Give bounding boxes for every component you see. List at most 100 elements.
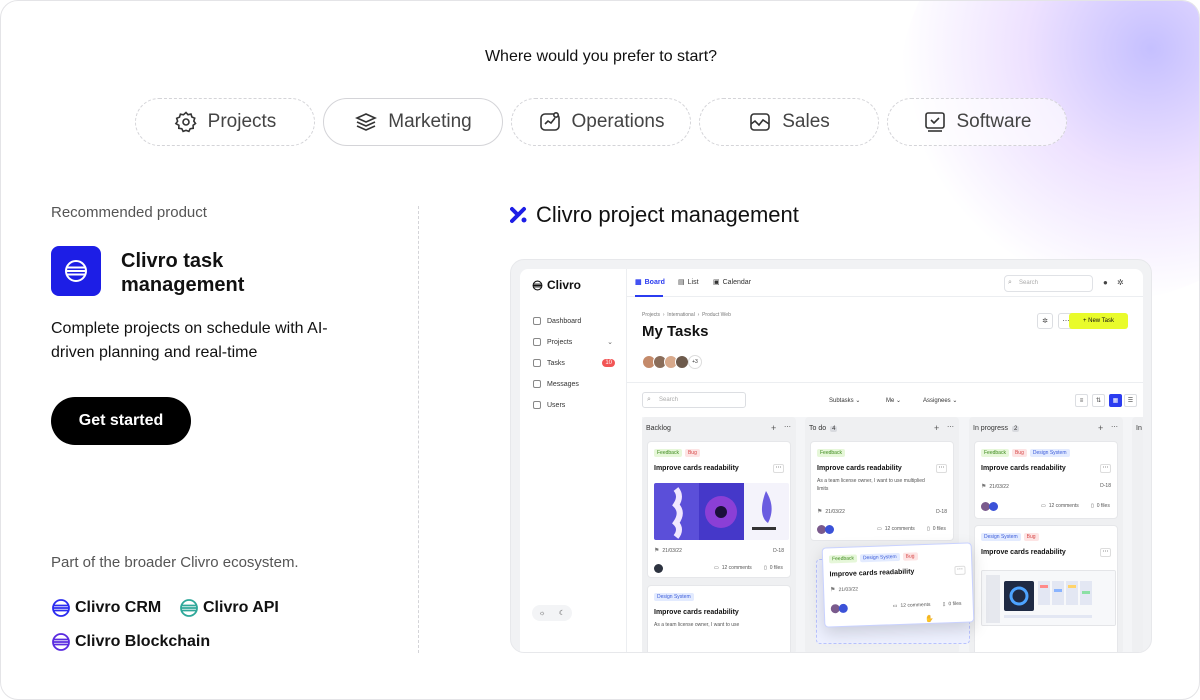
get-started-button[interactable]: Get started <box>51 397 191 445</box>
code-window-icon <box>924 112 945 132</box>
ecosystem-blockchain-link[interactable]: Clivro Blockchain <box>51 632 210 652</box>
file-icon: ▯ <box>942 601 946 608</box>
filter-assignees[interactable]: Assignees ⌄ <box>923 397 957 404</box>
breadcrumb-item[interactable]: Product Web <box>702 312 731 318</box>
category-picker: Projects Marketing Operations Sales Soft… <box>135 98 1067 146</box>
date-text: 21/03/22 <box>662 547 682 554</box>
header-divider <box>627 382 1143 383</box>
category-projects[interactable]: Projects <box>135 98 315 146</box>
app-preview: Clivro Dashboard Projects ⌄ Tasks 10 Mes… <box>510 259 1152 653</box>
card-tags: Design System Bug <box>981 533 1039 541</box>
comments-text: 12 comments <box>900 601 931 609</box>
file-icon: ▯ <box>927 526 930 532</box>
comments-text: 12 comments <box>884 526 915 532</box>
file-icon: ▯ <box>1091 503 1094 509</box>
sort-icon-button[interactable]: ⇅ <box>1092 394 1105 407</box>
sidebar-item-users[interactable]: Users <box>533 401 615 409</box>
dragging-task-card[interactable]: Feedback Design System Bug ⋯ Improve car… <box>821 542 975 628</box>
sidebar-item-messages[interactable]: Messages <box>533 380 615 388</box>
avatar <box>825 525 834 534</box>
column-divider <box>418 206 419 653</box>
grid-view-button[interactable]: ▦ <box>1109 394 1122 407</box>
tag: Bug <box>684 449 700 457</box>
card-date: ⚑ 21/03/22 <box>981 483 1009 491</box>
card-due: D-18 <box>773 548 784 554</box>
card-comments: ▭ 12 comments <box>893 602 931 609</box>
filter-icon-button[interactable]: ≡ <box>1075 394 1088 407</box>
active-tab-indicator <box>635 295 663 297</box>
sidebar-item-dashboard[interactable]: Dashboard <box>533 317 615 325</box>
ecosystem-crm-link[interactable]: Clivro CRM <box>51 598 161 618</box>
task-card[interactable]: Feedback Bug Design System ⋯ Improve car… <box>974 441 1118 519</box>
card-menu-button[interactable]: ⋯ <box>1100 548 1111 557</box>
app-topbar: ▦ Board ▤ List ▣ Calendar ⌕ Search ● ✲ <box>627 269 1143 297</box>
task-card[interactable]: Design System Improve cards readability … <box>647 585 791 652</box>
top-search-input[interactable]: Search <box>1004 275 1093 292</box>
add-card-icon[interactable]: + <box>934 423 939 433</box>
add-card-icon[interactable]: + <box>771 423 776 433</box>
board-search-input[interactable]: Search <box>642 392 746 408</box>
tag: Bug <box>902 552 918 561</box>
tag: Feedback <box>817 449 845 457</box>
breadcrumb-item[interactable]: Projects <box>642 312 660 318</box>
date-text: 21/03/22 <box>825 508 845 515</box>
tag: Design System <box>1029 449 1070 457</box>
grab-cursor-icon: ✋ <box>925 615 935 624</box>
avatar <box>675 355 689 369</box>
more-icon[interactable]: ⋯ <box>947 423 954 431</box>
tab-calendar[interactable]: ▣ Calendar <box>713 278 752 287</box>
card-menu-button[interactable]: ⋯ <box>1100 464 1111 473</box>
card-title: Improve cards readability <box>654 465 739 472</box>
filter-subtasks[interactable]: Subtasks ⌄ <box>829 397 860 404</box>
task-card[interactable]: Feedback Bug ⋯ Improve cards readability <box>647 441 791 578</box>
filter-me[interactable]: Me ⌄ <box>886 397 901 404</box>
filter-label: Assignees <box>923 398 951 404</box>
sidebar-item-projects[interactable]: Projects ⌄ <box>533 338 615 346</box>
category-operations[interactable]: Operations <box>511 98 691 146</box>
files-text: 0 files <box>769 565 783 571</box>
messages-icon <box>533 380 541 388</box>
category-marketing[interactable]: Marketing <box>323 98 503 146</box>
more-icon[interactable]: ⋯ <box>784 423 791 431</box>
card-menu-button[interactable]: ⋯ <box>936 464 947 473</box>
layers-icon <box>355 113 378 131</box>
category-sales[interactable]: Sales <box>699 98 879 146</box>
sidebar-item-tasks[interactable]: Tasks 10 <box>533 359 615 367</box>
card-assignees <box>981 502 998 511</box>
card-title: Improve cards readability <box>829 568 915 579</box>
card-description: As a team license owner, I want to use <box>654 622 740 628</box>
card-due: D-18 <box>936 509 947 515</box>
comment-icon: ▭ <box>877 526 882 532</box>
ecosystem-api-link[interactable]: Clivro API <box>179 598 279 618</box>
tab-list[interactable]: ▤ List <box>678 278 699 287</box>
theme-toggle[interactable]: ☼ ☾ <box>532 605 572 621</box>
list-view-button[interactable]: ☰ <box>1124 394 1137 407</box>
new-task-button[interactable]: + New Task <box>1069 313 1128 329</box>
dashboard-icon <box>533 317 541 325</box>
card-comments: ▭ 12 comments <box>714 565 752 571</box>
chart-box-icon <box>539 111 560 131</box>
category-label: Marketing <box>388 111 472 132</box>
category-software[interactable]: Software <box>887 98 1067 146</box>
settings-button[interactable]: ✲ <box>1037 313 1053 329</box>
breadcrumb-item[interactable]: International <box>667 312 695 318</box>
task-card[interactable]: Design System Bug ⋯ Improve cards readab… <box>974 525 1118 652</box>
more-members-count: +3 <box>688 355 702 369</box>
task-card[interactable]: Feedback ⋯ Improve cards readability As … <box>810 441 954 541</box>
comment-icon: ▭ <box>892 603 898 610</box>
card-menu-button[interactable]: ⋯ <box>954 565 966 576</box>
more-icon[interactable]: ⋯ <box>1111 423 1118 431</box>
tab-label: Calendar <box>722 278 752 286</box>
card-date: ⚑ 21/03/22 <box>830 585 858 593</box>
grid-icon: ▦ <box>1112 398 1119 404</box>
card-files: ▯ 0 files <box>927 526 946 532</box>
member-avatars[interactable]: +3 <box>642 355 702 369</box>
card-image <box>654 483 789 540</box>
clivro-blockchain-icon <box>52 633 70 651</box>
tab-board[interactable]: ▦ Board <box>635 278 665 287</box>
add-card-icon[interactable]: + <box>1098 423 1103 433</box>
preview-title: Clivro project management <box>510 202 799 228</box>
bell-icon[interactable]: ● <box>1103 278 1108 287</box>
gear-icon[interactable]: ✲ <box>1117 278 1124 287</box>
card-menu-button[interactable]: ⋯ <box>773 464 784 473</box>
